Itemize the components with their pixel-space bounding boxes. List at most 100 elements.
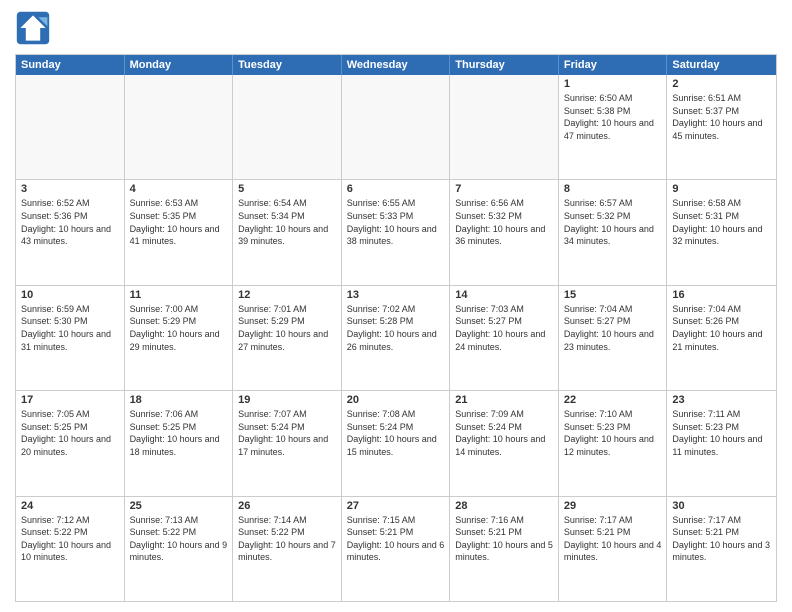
cal-cell [450,75,559,179]
day-info: Sunrise: 7:09 AMSunset: 5:24 PMDaylight:… [455,408,553,458]
page: SundayMondayTuesdayWednesdayThursdayFrid… [0,0,792,612]
cal-cell: 30Sunrise: 7:17 AMSunset: 5:21 PMDayligh… [667,497,776,601]
day-number: 15 [564,289,662,301]
cal-cell: 21 Sunrise: 7:09 AMSunset: 5:24 PMDayligh… [450,391,559,495]
day-header-sunday: Sunday [16,55,125,75]
day-info: Sunrise: 7:11 AMSunset: 5:23 PMDaylight:… [672,408,771,458]
day-info: Sunrise: 7:13 AMSunset: 5:22 PMDaylight:… [130,514,228,564]
day-info: Sunrise: 7:14 AMSunset: 5:22 PMDaylight:… [238,514,336,564]
day-info: Sunrise: 7:08 AMSunset: 5:24 PMDaylight:… [347,408,445,458]
day-header-wednesday: Wednesday [342,55,451,75]
day-info: Sunrise: 7:16 AMSunset: 5:21 PMDaylight:… [455,514,553,564]
cal-cell: 16 Sunrise: 7:04 AMSunset: 5:26 PMDayligh… [667,286,776,390]
day-number: 17 [21,394,119,406]
cal-cell: 9 Sunrise: 6:58 AMSunset: 5:31 PMDaylight… [667,180,776,284]
day-header-monday: Monday [125,55,234,75]
day-number: 9 [672,183,771,195]
day-number: 5 [238,183,336,195]
cal-cell: 25 Sunrise: 7:13 AMSunset: 5:22 PMDayligh… [125,497,234,601]
day-header-saturday: Saturday [667,55,776,75]
day-info: Sunrise: 7:04 AMSunset: 5:27 PMDaylight:… [564,303,662,353]
day-info: Sunrise: 7:00 AMSunset: 5:29 PMDaylight:… [130,303,228,353]
day-number: 1 [564,78,662,90]
day-number: 30 [672,500,771,512]
cal-cell: 19 Sunrise: 7:07 AMSunset: 5:24 PMDayligh… [233,391,342,495]
cal-cell: 7Sunrise: 6:56 AMSunset: 5:32 PMDaylight… [450,180,559,284]
day-number: 16 [672,289,771,301]
cal-cell: 29Sunrise: 7:17 AMSunset: 5:21 PMDayligh… [559,497,668,601]
logo [15,10,53,46]
day-info: Sunrise: 7:01 AMSunset: 5:29 PMDaylight:… [238,303,336,353]
day-info: Sunrise: 7:02 AMSunset: 5:28 PMDaylight:… [347,303,445,353]
cal-cell: 17Sunrise: 7:05 AMSunset: 5:25 PMDayligh… [16,391,125,495]
day-info: Sunrise: 6:53 AMSunset: 5:35 PMDaylight:… [130,197,228,247]
day-number: 2 [672,78,771,90]
cal-cell: 23Sunrise: 7:11 AMSunset: 5:23 PMDayligh… [667,391,776,495]
calendar-body: 1Sunrise: 6:50 AMSunset: 5:38 PMDaylight… [16,75,776,601]
day-info: Sunrise: 7:04 AMSunset: 5:26 PMDaylight:… [672,303,771,353]
cal-cell [16,75,125,179]
day-number: 10 [21,289,119,301]
day-number: 14 [455,289,553,301]
cal-cell: 11 Sunrise: 7:00 AMSunset: 5:29 PMDayligh… [125,286,234,390]
week-row-1: 3 Sunrise: 6:52 AMSunset: 5:36 PMDaylight… [16,179,776,284]
day-number: 24 [21,500,119,512]
cal-cell: 20 Sunrise: 7:08 AMSunset: 5:24 PMDayligh… [342,391,451,495]
cal-cell: 3 Sunrise: 6:52 AMSunset: 5:36 PMDaylight… [16,180,125,284]
day-info: Sunrise: 6:52 AMSunset: 5:36 PMDaylight:… [21,197,119,247]
day-number: 25 [130,500,228,512]
cal-cell: 13 Sunrise: 7:02 AMSunset: 5:28 PMDayligh… [342,286,451,390]
cal-cell: 26 Sunrise: 7:14 AMSunset: 5:22 PMDayligh… [233,497,342,601]
day-info: Sunrise: 6:58 AMSunset: 5:31 PMDaylight:… [672,197,771,247]
day-number: 19 [238,394,336,406]
week-row-4: 24 Sunrise: 7:12 AMSunset: 5:22 PMDayligh… [16,496,776,601]
day-number: 3 [21,183,119,195]
day-info: Sunrise: 6:55 AMSunset: 5:33 PMDaylight:… [347,197,445,247]
day-number: 18 [130,394,228,406]
day-number: 21 [455,394,553,406]
cal-cell: 24 Sunrise: 7:12 AMSunset: 5:22 PMDayligh… [16,497,125,601]
cal-cell: 2 Sunrise: 6:51 AMSunset: 5:37 PMDaylight… [667,75,776,179]
day-number: 20 [347,394,445,406]
day-info: Sunrise: 6:51 AMSunset: 5:37 PMDaylight:… [672,92,771,142]
day-info: Sunrise: 7:06 AMSunset: 5:25 PMDaylight:… [130,408,228,458]
day-number: 26 [238,500,336,512]
cal-cell: 12Sunrise: 7:01 AMSunset: 5:29 PMDayligh… [233,286,342,390]
cal-cell [342,75,451,179]
day-number: 22 [564,394,662,406]
day-info: Sunrise: 7:15 AMSunset: 5:21 PMDaylight:… [347,514,445,564]
day-info: Sunrise: 6:59 AMSunset: 5:30 PMDaylight:… [21,303,119,353]
day-header-thursday: Thursday [450,55,559,75]
day-number: 28 [455,500,553,512]
cal-cell: 27 Sunrise: 7:15 AMSunset: 5:21 PMDayligh… [342,497,451,601]
day-info: Sunrise: 7:12 AMSunset: 5:22 PMDaylight:… [21,514,119,564]
day-info: Sunrise: 6:54 AMSunset: 5:34 PMDaylight:… [238,197,336,247]
day-number: 4 [130,183,228,195]
day-number: 11 [130,289,228,301]
cal-cell: 14 Sunrise: 7:03 AMSunset: 5:27 PMDayligh… [450,286,559,390]
day-number: 27 [347,500,445,512]
day-number: 29 [564,500,662,512]
cal-cell: 28 Sunrise: 7:16 AMSunset: 5:21 PMDayligh… [450,497,559,601]
day-number: 13 [347,289,445,301]
day-info: Sunrise: 7:03 AMSunset: 5:27 PMDaylight:… [455,303,553,353]
cal-cell: 8Sunrise: 6:57 AMSunset: 5:32 PMDaylight… [559,180,668,284]
day-number: 7 [455,183,553,195]
header [15,10,777,46]
week-row-3: 17Sunrise: 7:05 AMSunset: 5:25 PMDayligh… [16,390,776,495]
cal-cell: 5 Sunrise: 6:54 AMSunset: 5:34 PMDaylight… [233,180,342,284]
week-row-0: 1Sunrise: 6:50 AMSunset: 5:38 PMDaylight… [16,75,776,179]
day-number: 6 [347,183,445,195]
cal-cell: 10 Sunrise: 6:59 AMSunset: 5:30 PMDayligh… [16,286,125,390]
day-info: Sunrise: 7:07 AMSunset: 5:24 PMDaylight:… [238,408,336,458]
cal-cell: 22Sunrise: 7:10 AMSunset: 5:23 PMDayligh… [559,391,668,495]
cal-cell [125,75,234,179]
cal-cell: 18 Sunrise: 7:06 AMSunset: 5:25 PMDayligh… [125,391,234,495]
calendar-header: SundayMondayTuesdayWednesdayThursdayFrid… [16,55,776,75]
cal-cell: 1Sunrise: 6:50 AMSunset: 5:38 PMDaylight… [559,75,668,179]
cal-cell: 4 Sunrise: 6:53 AMSunset: 5:35 PMDaylight… [125,180,234,284]
cal-cell: 6 Sunrise: 6:55 AMSunset: 5:33 PMDaylight… [342,180,451,284]
day-number: 8 [564,183,662,195]
cal-cell: 15 Sunrise: 7:04 AMSunset: 5:27 PMDayligh… [559,286,668,390]
week-row-2: 10 Sunrise: 6:59 AMSunset: 5:30 PMDayligh… [16,285,776,390]
